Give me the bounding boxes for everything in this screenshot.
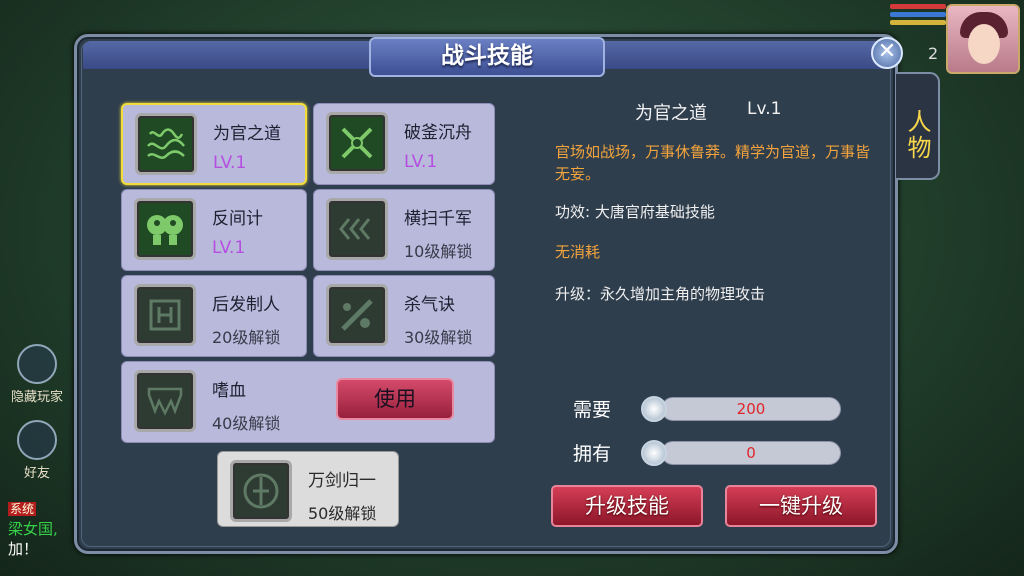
combat-skills-panel: 战斗技能 ✕ 为官之道 LV.1 破釜沉舟 LV.1 反间计 LV.1 横扫千军… [74,34,903,554]
blade-icon [326,284,388,346]
skill-name: 嗜血 [212,381,246,401]
counter-icon [134,284,196,346]
hud-status-bars [890,4,946,34]
detail-upgrade: 升级：永久增加主角的物理攻击 [555,285,766,303]
skill-name: 破釜沉舟 [404,123,472,143]
crossed-swords-icon [326,112,388,174]
fangs-icon [134,370,196,432]
tab-character[interactable]: 人物 [896,72,940,180]
hide-players-button[interactable]: 隐藏玩家 [4,344,70,405]
silver-coin-icon [641,396,667,422]
skill-unlock: 30级解锁 [404,328,473,347]
skill-name: 为官之道 [213,124,281,144]
skill-slot-2[interactable]: 破釜沉舟 LV.1 [313,103,495,185]
skill-level: LV.1 [404,152,438,172]
skill-slot-3[interactable]: 反间计 LV.1 [121,189,307,271]
detail-cost: 无消耗 [555,243,601,261]
detail-skill-level: Lv.1 [747,99,782,119]
system-tag: 系统 [8,502,37,516]
skill-unlock: 50级解锁 [308,504,377,523]
use-button[interactable]: 使用 [336,378,454,420]
skill-slot-6[interactable]: 杀气诀 30级解锁 [313,275,495,357]
skill-slot-7[interactable]: 嗜血 40级解锁 使用 [121,361,495,443]
owned-label: 拥有 [573,443,612,465]
skill-slot-8[interactable]: 万剑归一 50级解锁 [217,451,399,527]
skill-name: 反间计 [212,209,263,229]
skill-unlock: 20级解锁 [212,328,281,347]
skill-slot-5[interactable]: 后发制人 20级解锁 [121,275,307,357]
handshake-icon [17,420,57,460]
detail-skill-name: 为官之道 [635,103,707,124]
owned-value: 0 [661,441,841,465]
player-avatar[interactable] [946,4,1020,74]
skill-unlock: 40级解锁 [212,414,281,433]
skill-name: 万剑归一 [308,471,376,491]
sword-circle-icon [230,460,292,522]
upgrade-skill-button[interactable]: 升级技能 [551,485,703,527]
detail-description: 官场如战场，万事休鲁莽。精学为官道，万事皆无妄。 [555,143,871,183]
player-level-hint: 2 [928,44,939,63]
hide-players-label: 隐藏玩家 [10,390,63,405]
friends-button[interactable]: 好友 [4,420,70,481]
chat-line-2: 加！ [8,540,39,558]
skill-name: 后发制人 [212,295,280,315]
skill-level: LV.1 [213,153,247,173]
title-bar: 战斗技能 ✕ [83,37,903,77]
skill-slot-1[interactable]: 为官之道 LV.1 [121,103,307,185]
skill-name: 杀气诀 [404,295,455,315]
skill-unlock: 10级解锁 [404,242,473,261]
one-click-upgrade-button[interactable]: 一键升级 [725,485,877,527]
required-value: 200 [661,397,841,421]
hide-players-icon [17,344,57,384]
required-label: 需要 [573,399,612,421]
skill-name: 横扫千军 [404,209,472,229]
official-way-icon [135,113,197,175]
masks-icon [134,198,196,260]
chat-box: 系统 梁女国, 加！ [8,498,58,559]
skill-slot-4[interactable]: 横扫千军 10级解锁 [313,189,495,271]
silver-coin-icon [641,440,667,466]
chat-line-1: 梁女国, [8,520,58,538]
arrows-icon [326,198,388,260]
close-icon[interactable]: ✕ [871,37,903,69]
window-title: 战斗技能 [369,37,605,77]
skill-level: LV.1 [212,238,246,258]
detail-effect: 功效: 大唐官府基础技能 [555,203,715,221]
friends-label: 好友 [23,466,50,481]
